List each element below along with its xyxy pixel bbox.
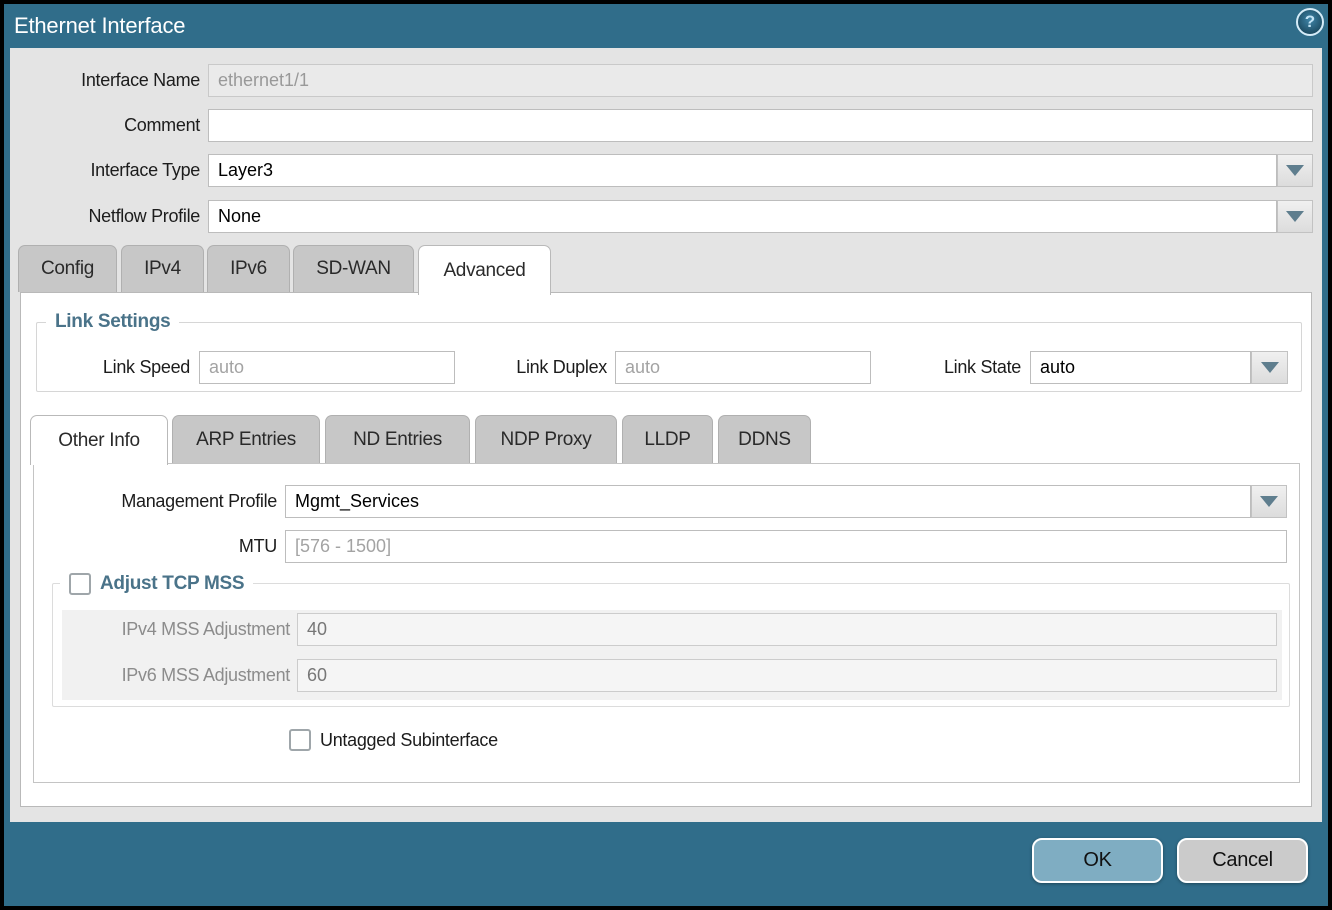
cancel-button[interactable]: Cancel bbox=[1177, 838, 1308, 883]
comment-input[interactable] bbox=[208, 109, 1313, 142]
link-state-input[interactable] bbox=[1030, 351, 1251, 384]
ipv6-mss-input bbox=[297, 659, 1277, 692]
tab-nd-entries-label: ND Entries bbox=[353, 429, 442, 451]
untagged-subinterface-label: Untagged Subinterface bbox=[320, 724, 498, 757]
ok-button[interactable]: OK bbox=[1032, 838, 1163, 883]
tab-arp-entries[interactable]: ARP Entries bbox=[172, 415, 320, 463]
adjust-tcp-mss-legend-label: Adjust TCP MSS bbox=[100, 571, 244, 597]
tab-other-info-label: Other Info bbox=[58, 430, 140, 452]
mtu-label: MTU bbox=[0, 530, 277, 563]
untagged-subinterface-checkbox[interactable] bbox=[289, 729, 311, 751]
management-profile-input[interactable] bbox=[285, 485, 1251, 518]
adjust-tcp-mss-legend: Adjust TCP MSS bbox=[60, 571, 253, 597]
link-settings-legend-label: Link Settings bbox=[55, 309, 170, 335]
netflow-profile-label: Netflow Profile bbox=[0, 200, 200, 233]
link-settings-legend: Link Settings bbox=[46, 309, 179, 335]
link-state-label: Link State bbox=[880, 351, 1021, 384]
chevron-down-icon bbox=[1261, 362, 1279, 373]
link-duplex-label: Link Duplex bbox=[460, 351, 607, 384]
chevron-down-icon bbox=[1286, 211, 1304, 222]
tab-config[interactable]: Config bbox=[18, 245, 117, 292]
link-state-dropdown-button[interactable] bbox=[1251, 351, 1288, 384]
tab-sdwan[interactable]: SD-WAN bbox=[293, 245, 414, 292]
adjust-tcp-mss-checkbox[interactable] bbox=[69, 573, 91, 595]
tab-ipv6[interactable]: IPv6 bbox=[207, 245, 290, 292]
tab-nd-entries[interactable]: ND Entries bbox=[325, 415, 470, 463]
comment-label: Comment bbox=[0, 109, 200, 142]
interface-name-label: Interface Name bbox=[0, 64, 200, 97]
interface-type-dropdown-button[interactable] bbox=[1277, 154, 1313, 187]
interface-type-input[interactable] bbox=[208, 154, 1277, 187]
tab-ddns[interactable]: DDNS bbox=[718, 415, 811, 463]
netflow-profile-input[interactable] bbox=[208, 200, 1277, 233]
netflow-profile-dropdown-button[interactable] bbox=[1277, 200, 1313, 233]
interface-name-input bbox=[208, 64, 1313, 97]
dialog-title: Ethernet Interface bbox=[14, 11, 185, 41]
tab-lldp[interactable]: LLDP bbox=[622, 415, 713, 463]
link-speed-input[interactable] bbox=[199, 351, 455, 384]
tab-advanced[interactable]: Advanced bbox=[418, 245, 551, 295]
ipv6-mss-label: IPv6 MSS Adjustment bbox=[62, 659, 290, 692]
link-duplex-input[interactable] bbox=[615, 351, 871, 384]
tab-ipv6-label: IPv6 bbox=[230, 258, 267, 280]
tab-lldp-label: LLDP bbox=[644, 429, 690, 451]
chevron-down-icon bbox=[1286, 165, 1304, 176]
tab-other-info[interactable]: Other Info bbox=[30, 415, 168, 465]
interface-type-label: Interface Type bbox=[0, 154, 200, 187]
tab-ipv4-label: IPv4 bbox=[144, 258, 181, 280]
ipv4-mss-label: IPv4 MSS Adjustment bbox=[62, 613, 290, 646]
ipv4-mss-input bbox=[297, 613, 1277, 646]
tab-arp-entries-label: ARP Entries bbox=[196, 429, 296, 451]
tab-ndp-proxy[interactable]: NDP Proxy bbox=[475, 415, 617, 463]
chevron-down-icon bbox=[1260, 496, 1278, 507]
help-icon[interactable]: ? bbox=[1296, 8, 1324, 36]
management-profile-dropdown-button[interactable] bbox=[1251, 485, 1287, 518]
mtu-input[interactable] bbox=[285, 530, 1287, 563]
tab-ddns-label: DDNS bbox=[738, 429, 791, 451]
cancel-button-label: Cancel bbox=[1212, 849, 1272, 872]
tab-ndp-proxy-label: NDP Proxy bbox=[501, 429, 592, 451]
tab-ipv4[interactable]: IPv4 bbox=[121, 245, 204, 292]
tab-sdwan-label: SD-WAN bbox=[316, 258, 391, 280]
link-speed-label: Link Speed bbox=[0, 351, 190, 384]
ethernet-interface-dialog: Ethernet Interface ? Interface Name Comm… bbox=[0, 0, 1332, 910]
tab-config-label: Config bbox=[41, 258, 94, 280]
management-profile-label: Management Profile bbox=[0, 485, 277, 518]
ok-button-label: OK bbox=[1083, 849, 1111, 872]
tab-advanced-label: Advanced bbox=[443, 260, 525, 282]
